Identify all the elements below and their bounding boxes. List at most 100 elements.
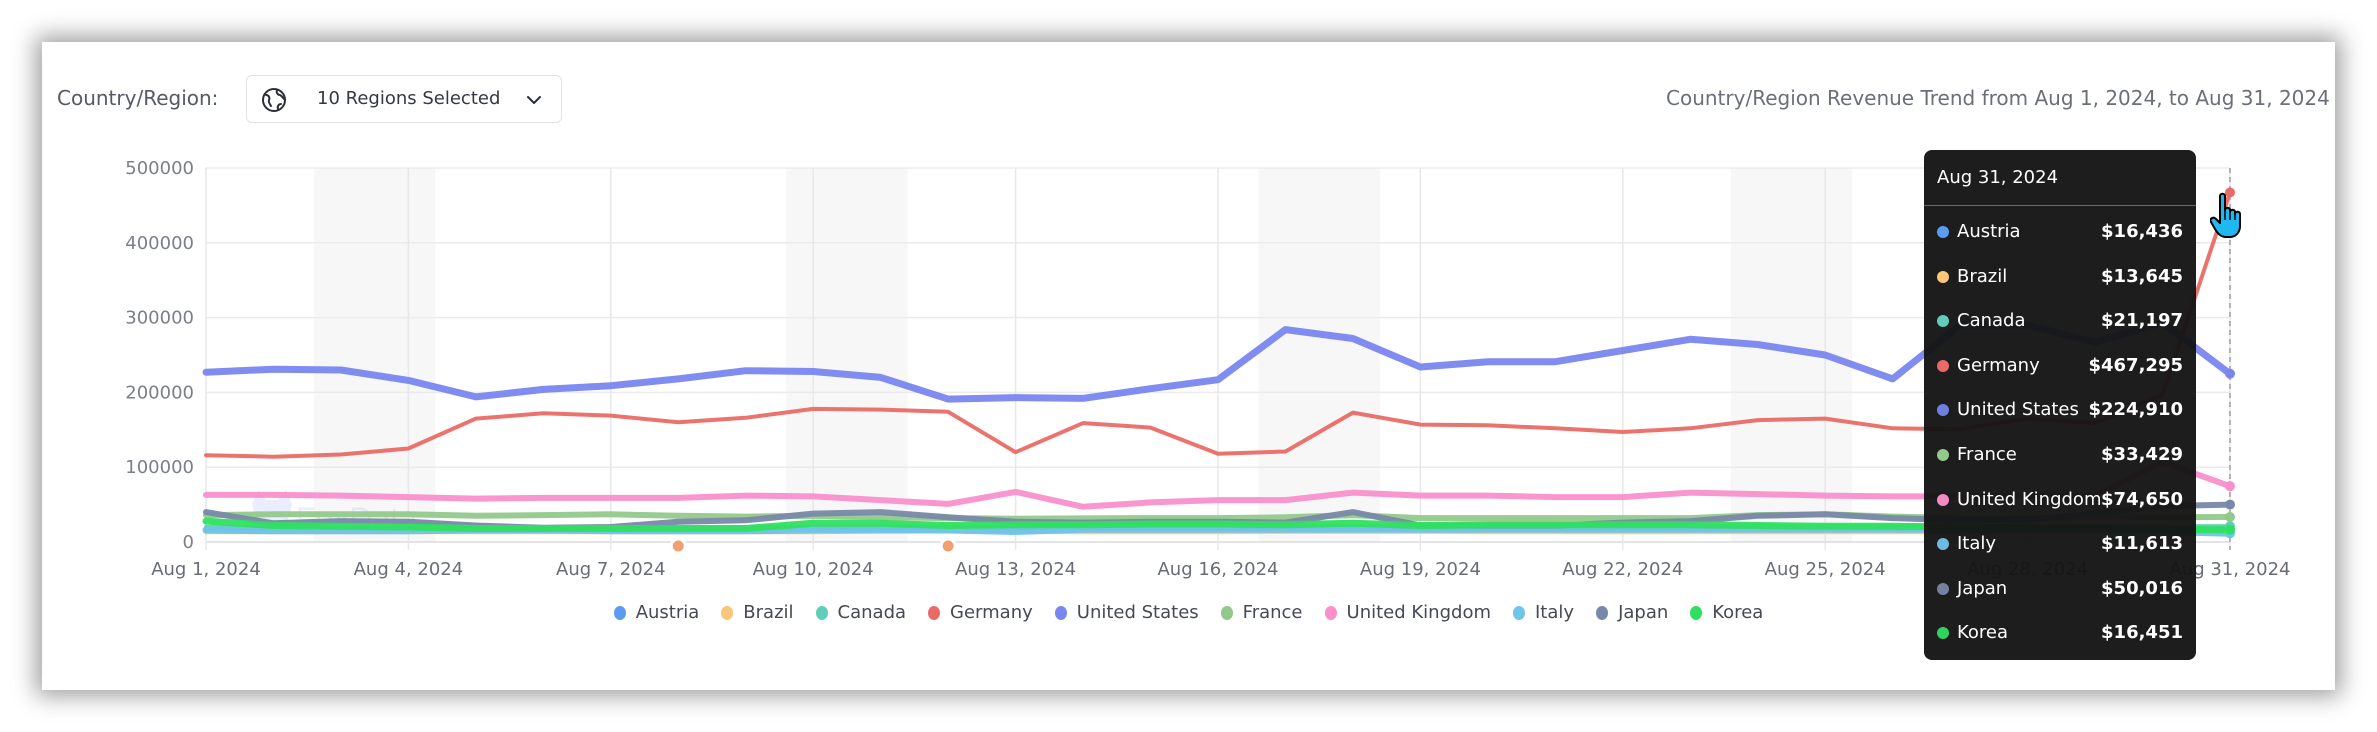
legend-dot bbox=[613, 605, 626, 620]
tooltip-row: Japan $50,016 bbox=[1937, 575, 2183, 605]
hover-point-korea bbox=[2225, 524, 2235, 535]
tooltip-dot bbox=[1937, 404, 1949, 417]
legend-label: Japan bbox=[1618, 602, 1669, 623]
tooltip-dot bbox=[1937, 270, 1949, 283]
hover-point-united-states bbox=[2225, 368, 2235, 379]
tooltip-divider bbox=[1924, 205, 2196, 206]
x-tick-label: Aug 16, 2024 bbox=[1157, 559, 1278, 580]
legend-label: Canada bbox=[837, 602, 907, 623]
legend-dot bbox=[928, 605, 941, 620]
tooltip-dot bbox=[1937, 359, 1949, 372]
x-tick-label: Aug 25, 2024 bbox=[1765, 559, 1886, 580]
tooltip-series-name: France bbox=[1957, 444, 2017, 465]
legend-label: United States bbox=[1076, 602, 1199, 623]
tooltip-series-name: United States bbox=[1957, 399, 2079, 421]
x-tick-label: Aug 10, 2024 bbox=[753, 559, 874, 580]
y-tick-label: 400000 bbox=[125, 233, 194, 254]
tooltip-dot bbox=[1937, 493, 1949, 506]
legend-label: Korea bbox=[1712, 602, 1764, 623]
tooltip-series-value: $50,016 bbox=[2101, 577, 2183, 599]
x-tick-label: Aug 1, 2024 bbox=[151, 559, 261, 580]
legend-dot bbox=[1596, 605, 1609, 620]
revenue-trend-card: Country/Region: 10 Regions Selected Coun… bbox=[42, 42, 2335, 690]
tooltip-series-value: $11,613 bbox=[2101, 533, 2183, 555]
legend-item-brazil[interactable]: Brazil bbox=[721, 602, 794, 623]
tooltip-row: Brazil $13,645 bbox=[1937, 263, 2183, 293]
tooltip-date: Aug 31, 2024 bbox=[1937, 167, 2059, 188]
weekend-band bbox=[1258, 168, 1380, 542]
tooltip-row: Austria $16,436 bbox=[1937, 218, 2183, 248]
tooltip-series-name: Brazil bbox=[1957, 265, 2008, 287]
legend-dot bbox=[815, 605, 828, 620]
tooltip-dot bbox=[1937, 627, 1949, 640]
y-tick-label: 100000 bbox=[125, 457, 194, 478]
tooltip-row: Korea $16,451 bbox=[1937, 619, 2183, 649]
x-tick-label: Aug 4, 2024 bbox=[354, 559, 464, 580]
legend-item-korea[interactable]: Korea bbox=[1690, 602, 1763, 623]
legend-dot bbox=[1220, 605, 1233, 620]
x-tick-label: Aug 13, 2024 bbox=[955, 559, 1076, 580]
tooltip-dot bbox=[1937, 315, 1949, 328]
legend-item-united-kingdom[interactable]: United Kingdom bbox=[1324, 602, 1491, 623]
legend-label: Italy bbox=[1535, 602, 1575, 623]
tooltip-dot bbox=[1937, 538, 1949, 551]
y-tick-label: 300000 bbox=[125, 308, 194, 329]
hover-point-united-kingdom bbox=[2225, 481, 2235, 492]
legend-item-france[interactable]: France bbox=[1220, 602, 1303, 623]
tooltip-series-value: $74,650 bbox=[2101, 488, 2183, 510]
legend-label: Brazil bbox=[743, 602, 794, 623]
tooltip-row: France $33,429 bbox=[1937, 441, 2183, 471]
y-tick-label: 500000 bbox=[125, 158, 194, 179]
tooltip-series-name: United Kingdom bbox=[1957, 488, 2102, 510]
hover-point-japan bbox=[2225, 499, 2235, 510]
tooltip-series-name: Austria bbox=[1957, 221, 2021, 242]
tooltip-row: Italy $11,613 bbox=[1937, 530, 2183, 560]
legend-item-united-states[interactable]: United States bbox=[1054, 602, 1199, 623]
legend-item-germany[interactable]: Germany bbox=[928, 602, 1033, 623]
weekend-band bbox=[313, 168, 436, 542]
legend-label: France bbox=[1242, 602, 1303, 623]
tooltip-row: Canada $21,197 bbox=[1937, 307, 2183, 337]
x-tick-label: Aug 22, 2024 bbox=[1562, 559, 1683, 580]
y-axis-ticks: 0 100000 200000 300000 400000 500000 bbox=[125, 158, 194, 553]
tooltip-dot bbox=[1937, 582, 1949, 595]
legend-item-austria[interactable]: Austria bbox=[613, 602, 700, 623]
legend-item-canada[interactable]: Canada bbox=[815, 602, 907, 623]
tooltip-series-name: Japan bbox=[1957, 577, 2008, 599]
tooltip-series-value: $224,910 bbox=[2088, 399, 2183, 421]
legend-dot bbox=[1054, 605, 1067, 620]
x-tick-label: Aug 7, 2024 bbox=[556, 559, 666, 580]
tooltip-series-value: $16,436 bbox=[2101, 221, 2183, 242]
y-tick-label: 0 bbox=[183, 532, 194, 553]
tooltip-series-name: Germany bbox=[1957, 354, 2040, 376]
legend-item-italy[interactable]: Italy bbox=[1513, 602, 1574, 623]
tooltip-row: Germany $467,295 bbox=[1937, 352, 2183, 382]
tooltip-series-name: Korea bbox=[1957, 622, 2009, 644]
tooltip-series-value: $13,645 bbox=[2101, 265, 2183, 287]
tooltip-series-value: $21,197 bbox=[2101, 310, 2183, 332]
event-marker[interactable] bbox=[939, 537, 957, 555]
legend-label: United Kingdom bbox=[1346, 602, 1491, 623]
legend-dot bbox=[1324, 605, 1337, 620]
tooltip-dot bbox=[1937, 449, 1949, 461]
event-marker[interactable] bbox=[669, 537, 687, 555]
x-tick-label: Aug 19, 2024 bbox=[1360, 559, 1481, 580]
tooltip-series-value: $467,295 bbox=[2088, 354, 2183, 376]
legend-dot bbox=[721, 605, 734, 620]
tooltip-row: United States $224,910 bbox=[1937, 396, 2183, 426]
legend-dot bbox=[1513, 605, 1525, 620]
tooltip-series-name: Italy bbox=[1957, 533, 1997, 555]
legend-item-japan[interactable]: Japan bbox=[1596, 602, 1668, 623]
legend-label: Austria bbox=[635, 602, 700, 623]
tooltip-dot bbox=[1937, 226, 1949, 238]
legend-label: Germany bbox=[950, 602, 1033, 623]
hover-point-france bbox=[2225, 511, 2235, 522]
legend-dot bbox=[1690, 605, 1703, 620]
tooltip-series-value: $16,451 bbox=[2101, 622, 2183, 644]
tooltip-series-value: $33,429 bbox=[2101, 444, 2183, 465]
y-tick-label: 200000 bbox=[125, 382, 194, 403]
hover-tooltip: Aug 31, 2024 Austria $16,436 Brazil $13,645… bbox=[1924, 150, 2196, 660]
weekend-band bbox=[786, 168, 908, 542]
tooltip-row: United Kingdom $74,650 bbox=[1937, 486, 2183, 516]
hand-pointer-cursor-icon bbox=[2210, 192, 2241, 238]
